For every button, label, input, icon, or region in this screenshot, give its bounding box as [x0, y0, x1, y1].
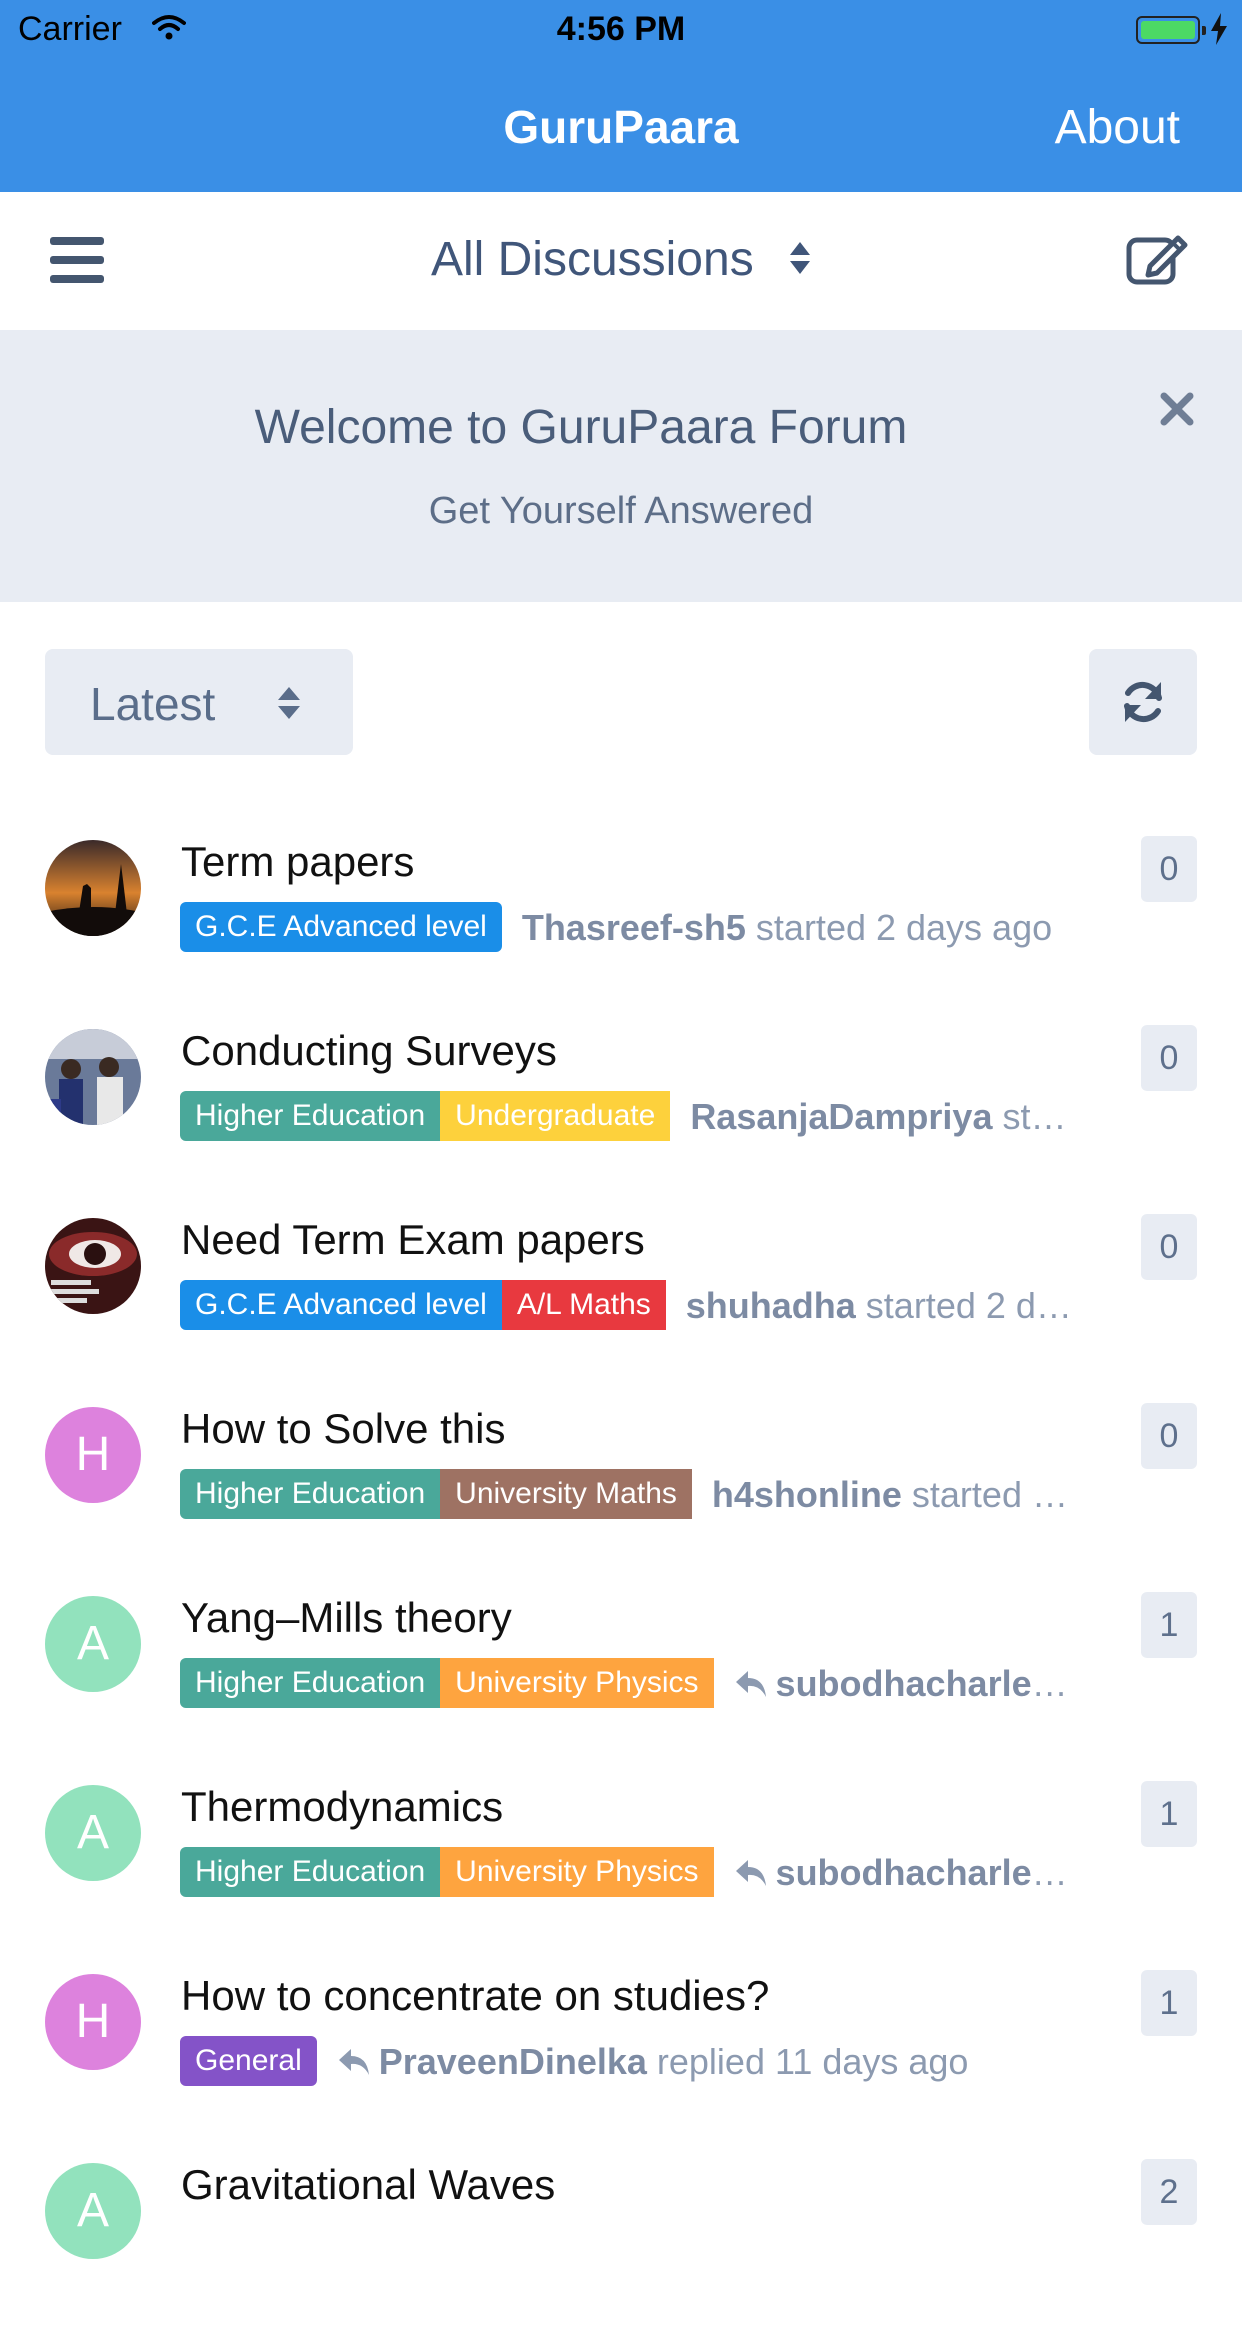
discussion-title[interactable]: Conducting Surveys [181, 1027, 557, 1075]
reply-count-badge: 1 [1141, 1970, 1197, 2036]
author-name[interactable]: Thasreef-sh5 [522, 907, 746, 948]
discussion-action: started 2 days ago [865, 1285, 1085, 1326]
discussion-meta: General PraveenDinelka replied 11 days ag… [180, 2036, 1085, 2088]
discussion-title[interactable]: Need Term Exam papers [181, 1216, 645, 1264]
nav-bar: GuruPaara About [0, 60, 1242, 192]
discussion-meta: G.C.E Advanced level Thasreef-sh5 started… [180, 902, 1085, 954]
welcome-hero: Welcome to GuruPaara Forum Get Yourself … [0, 330, 1242, 602]
discussion-filter-selector[interactable]: All Discussions [0, 232, 1242, 287]
battery-icon [1136, 16, 1206, 44]
avatar[interactable] [45, 1029, 141, 1125]
discussion-meta: G.C.E Advanced level A/L Maths shuhadha st… [180, 1280, 1085, 1332]
avatar[interactable] [45, 1218, 141, 1314]
author-name[interactable]: RasanjaDampriya [690, 1096, 992, 1137]
tag-badge[interactable]: University Maths [440, 1469, 692, 1519]
discussion-row[interactable]: H How to Solve this Higher Education Univ… [0, 1397, 1242, 1586]
reply-count-badge: 1 [1141, 1781, 1197, 1847]
author-name[interactable]: shuhadha [686, 1285, 856, 1326]
avatar-initial: H [75, 1428, 111, 1481]
sort-arrows-icon [790, 242, 811, 275]
reply-icon [735, 1860, 766, 1886]
discussion-title[interactable]: Term papers [181, 838, 414, 886]
sort-label: Latest [90, 678, 216, 730]
reply-count-badge: 0 [1141, 1403, 1197, 1469]
discussion-meta: Higher Education University Physics subodh… [180, 1847, 1085, 1899]
refresh-icon [1124, 681, 1162, 723]
author-name[interactable]: PraveenDinelka [379, 2041, 647, 2082]
avatar[interactable]: H [45, 1974, 141, 2070]
avatar[interactable]: H [45, 1407, 141, 1503]
reply-count-badge: 0 [1141, 1214, 1197, 1280]
discussion-row[interactable]: H How to concentrate on studies? General… [0, 1964, 1242, 2153]
discussion-action: started 2 days ago [745, 907, 1053, 948]
avatar[interactable]: A [45, 2163, 141, 2259]
reply-icon [735, 1671, 766, 1697]
discussion-action: replied 11 days ago [646, 2041, 969, 2082]
sunset-couple-photo [45, 840, 141, 936]
about-button[interactable]: About [1055, 100, 1180, 155]
tag-badge[interactable]: Higher Education [180, 1469, 441, 1519]
discussion-row[interactable]: A Yang–Mills theory Higher Education Univ… [0, 1586, 1242, 1775]
author-name[interactable]: subodhacharles [776, 1852, 1052, 1893]
reply-count-badge: 1 [1141, 1592, 1197, 1658]
status-bar: Carrier 4:56 PM [0, 0, 1242, 60]
author-name[interactable]: h4shonline [712, 1474, 902, 1515]
discussion-title[interactable]: Gravitational Waves [181, 2161, 555, 2209]
close-icon[interactable] [1160, 392, 1194, 426]
reply-icon [338, 2049, 369, 2075]
discussion-row[interactable]: A Thermodynamics Higher Education Univers… [0, 1775, 1242, 1964]
discussion-meta: Higher Education University Maths h4shonli… [180, 1469, 1085, 1521]
reply-count-badge: 0 [1141, 836, 1197, 902]
discussion-action: started 3 days ago [911, 1474, 1085, 1515]
reply-count-badge: 2 [1141, 2159, 1197, 2225]
tag-badge[interactable]: University Physics [440, 1658, 714, 1708]
tag-badge[interactable]: G.C.E Advanced level [180, 1280, 502, 1330]
avatar-initial: A [76, 1617, 109, 1670]
discussion-filter-label: All Discussions [430, 233, 754, 286]
tag-badge[interactable]: General [180, 2036, 317, 2086]
author-name[interactable]: subodhacharles [776, 1663, 1052, 1704]
compose-edit-icon[interactable] [1126, 230, 1188, 286]
discussion-meta: Higher Education Undergraduate RasanjaDamp… [180, 1091, 1085, 1143]
hero-title: Welcome to GuruPaara Forum [254, 401, 908, 454]
avatar[interactable]: A [45, 1596, 141, 1692]
discussion-row[interactable]: Need Term Exam papers G.C.E Advanced lev… [0, 1208, 1242, 1397]
sort-dropdown[interactable]: Latest [45, 649, 353, 755]
discussion-meta: Higher Education University Physics subodh… [180, 1658, 1085, 1710]
tag-badge[interactable]: Undergraduate [440, 1091, 671, 1141]
hero-subtitle: Get Yourself Answered [428, 490, 814, 532]
tag-badge[interactable]: Higher Education [180, 1091, 441, 1141]
tag-badge[interactable]: A/L Maths [501, 1280, 666, 1330]
discussion-title[interactable]: How to Solve this [181, 1405, 505, 1453]
clock: 4:56 PM [556, 10, 686, 48]
sort-arrows-icon [278, 687, 300, 719]
avatar-initial: H [75, 1995, 111, 2048]
eye-photo [45, 1218, 141, 1314]
discussion-title[interactable]: How to concentrate on studies? [181, 1972, 769, 2020]
refresh-button[interactable] [1089, 649, 1197, 755]
tag-badge[interactable]: Higher Education [180, 1658, 441, 1708]
group-photo [45, 1029, 141, 1125]
avatar-initial: A [76, 2184, 109, 2237]
discussion-row[interactable]: Conducting Surveys Higher Education Under… [0, 1019, 1242, 1208]
tag-badge[interactable]: G.C.E Advanced level [180, 902, 502, 952]
charging-bolt-icon [1211, 13, 1227, 45]
avatar[interactable] [45, 840, 141, 936]
discussion-row[interactable]: A Gravitational Waves 2 [0, 2153, 1242, 2342]
tag-badge[interactable]: University Physics [440, 1847, 714, 1897]
discussion-title[interactable]: Yang–Mills theory [181, 1594, 512, 1642]
avatar-initial: A [76, 1806, 109, 1859]
discussion-title[interactable]: Thermodynamics [181, 1783, 503, 1831]
avatar[interactable]: A [45, 1785, 141, 1881]
reply-count-badge: 0 [1141, 1025, 1197, 1091]
discussion-action: started 2 days ago [1002, 1096, 1085, 1137]
discussion-toolbar: All Discussions [0, 192, 1242, 330]
discussion-row[interactable]: Term papers G.C.E Advanced level Thasreef… [0, 830, 1242, 1019]
tag-badge[interactable]: Higher Education [180, 1847, 441, 1897]
